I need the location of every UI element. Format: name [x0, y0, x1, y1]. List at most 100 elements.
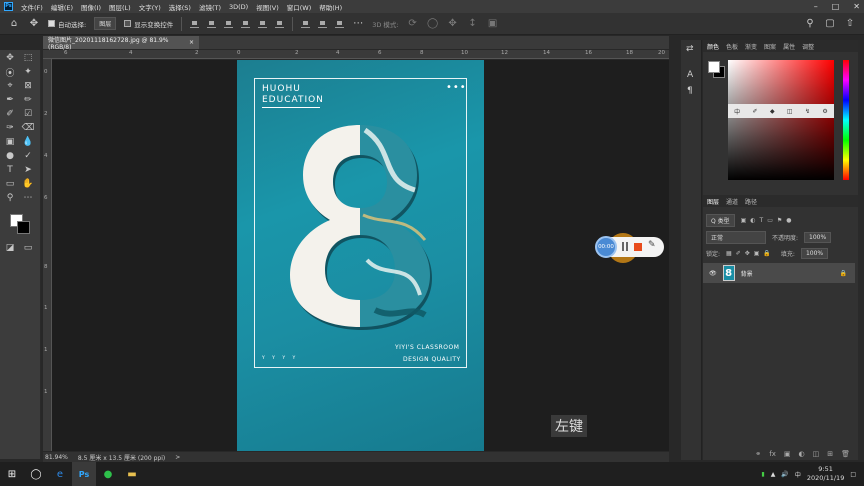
folder-icon[interactable]: ◫ [813, 450, 820, 458]
workspace-icon[interactable]: ▢ [824, 18, 836, 30]
trash-icon[interactable]: 🗑 [841, 450, 850, 458]
zoom-tool-icon[interactable]: ⚲ [4, 192, 16, 204]
filter-icons[interactable]: ▣◐T▭⚑● [741, 217, 796, 224]
align-left-icon[interactable] [190, 19, 200, 28]
search-icon[interactable]: ◯ [24, 462, 48, 486]
menu-layer[interactable]: 图层(L) [109, 2, 131, 12]
diamond-icon[interactable]: ◆ [770, 108, 775, 115]
notification-icon[interactable]: □ [850, 471, 856, 478]
hue-slider[interactable] [843, 60, 849, 180]
menu-file[interactable]: 文件(F) [21, 2, 43, 12]
photoshop-taskbar-icon[interactable]: Ps [72, 462, 96, 486]
align-middle-icon[interactable] [258, 19, 268, 28]
visibility-eye-icon[interactable]: 👁 [709, 270, 717, 277]
screen-mode-icon[interactable]: ▭ [22, 242, 34, 254]
menu-view[interactable]: 视图(V) [256, 2, 279, 12]
document-tab[interactable]: 微信图片_20201118162728.jpg @ 81.9%(RGB/8) × [43, 36, 199, 51]
crop-tool-icon[interactable]: ⌖ [4, 80, 16, 92]
rectangle-tool-icon[interactable]: ▭ [4, 178, 16, 190]
more-tools-icon[interactable]: ⋯ [22, 192, 34, 204]
language-icon[interactable]: 中 [795, 470, 801, 479]
layer-dropdown[interactable]: 图层 [94, 17, 117, 30]
wechat-icon[interactable]: ● [96, 462, 120, 486]
pan-3d-icon[interactable]: ✥ [447, 18, 459, 30]
pen-icon[interactable]: ✎ [648, 240, 656, 250]
panel-scrollbar[interactable] [858, 40, 864, 460]
status-menu-arrow[interactable]: > [175, 454, 180, 461]
marquee-tool-icon[interactable]: ⬚ [22, 52, 34, 64]
more-icon[interactable]: ⋯ [352, 18, 364, 30]
frame-tool-icon[interactable]: ⊠ [22, 80, 34, 92]
distribute-icon[interactable] [301, 19, 311, 28]
menu-filter[interactable]: 滤镜(T) [199, 2, 221, 12]
type-tool-icon[interactable]: T [4, 164, 16, 176]
stamp-tool-icon[interactable]: ☑ [22, 108, 34, 120]
close-tab-icon[interactable]: × [189, 39, 194, 46]
fill-input[interactable]: 100% [800, 248, 829, 259]
menu-image[interactable]: 图像(I) [81, 2, 101, 12]
color-mode-button[interactable]: 中 [734, 107, 740, 116]
tab-color[interactable]: 颜色 [707, 42, 719, 51]
network-icon[interactable]: ▲ [771, 471, 776, 478]
quick-mask-icon[interactable]: ◪ [4, 242, 16, 254]
pause-icon[interactable] [622, 242, 628, 251]
layout-icon[interactable]: ◫ [787, 108, 793, 115]
new-layer-icon[interactable]: ⊞ [827, 450, 833, 458]
blur-tool-icon[interactable]: 💧 [22, 136, 34, 148]
zoom-level[interactable]: 81.94% [45, 454, 68, 461]
battery-icon[interactable]: ▮ [761, 471, 764, 478]
background-color-swatch[interactable] [17, 221, 30, 234]
color-picker-field[interactable] [728, 60, 834, 180]
share-icon[interactable]: ⇧ [844, 18, 856, 30]
lock-icons[interactable]: ▦✐✥▣🔒 [726, 250, 775, 257]
mask-icon[interactable]: ▣ [784, 450, 791, 458]
hand-tool-icon[interactable]: ✋ [22, 178, 34, 190]
layer-row-background[interactable]: 👁 8 背景 🔒 [703, 263, 855, 283]
tab-adjustments[interactable]: 调整 [802, 42, 814, 51]
adjustment-icon[interactable]: ◐ [799, 450, 805, 458]
fx-icon[interactable]: fx [769, 450, 776, 458]
brush-icon[interactable]: ✐ [753, 108, 758, 115]
move-tool-icon[interactable]: ✥ [28, 18, 40, 30]
show-transform-checkbox[interactable]: 显示变换控件 [124, 19, 173, 29]
settings-icon[interactable]: ⚙ [822, 108, 827, 115]
pen-tool-icon[interactable]: ✓ [22, 150, 34, 162]
distribute-icon[interactable] [318, 19, 328, 28]
minimize-icon[interactable]: – [814, 2, 818, 11]
history-icon[interactable]: ⇄ [686, 44, 694, 54]
lasso-tool-icon[interactable]: ⦿ [4, 66, 16, 79]
close-icon[interactable]: ✕ [853, 2, 860, 11]
menu-type[interactable]: 文字(Y) [139, 2, 161, 12]
eraser-tool-icon[interactable]: ⌫ [22, 122, 35, 134]
link-icon[interactable]: ⚭ [755, 450, 761, 458]
tab-channels[interactable]: 通道 [726, 197, 738, 206]
screen-recorder-widget[interactable]: 00:00 ✎ [595, 236, 664, 258]
tab-swatches[interactable]: 色板 [726, 42, 738, 51]
tab-properties[interactable]: 属性 [783, 42, 795, 51]
healing-tool-icon[interactable]: ✏ [22, 94, 34, 106]
orbit-3d-icon[interactable]: ⟳ [407, 18, 419, 30]
camera-3d-icon[interactable]: ▣ [487, 18, 499, 30]
align-top-icon[interactable] [241, 19, 251, 28]
brush-tool-icon[interactable]: ✐ [4, 108, 16, 120]
align-center-icon[interactable] [207, 19, 217, 28]
quick-select-tool-icon[interactable]: ✦ [22, 66, 34, 78]
layer-filter-dropdown[interactable]: Q 类型 [706, 214, 735, 227]
roll-3d-icon[interactable]: ◯ [427, 18, 439, 30]
home-icon[interactable]: ⌂ [8, 18, 20, 30]
eyedropper-tool-icon[interactable]: ✒ [4, 94, 16, 106]
align-right-icon[interactable] [224, 19, 234, 28]
history-brush-icon[interactable]: ✑ [4, 122, 16, 134]
menu-help[interactable]: 帮助(H) [319, 2, 342, 12]
dodge-tool-icon[interactable]: ● [4, 150, 16, 162]
menu-3d[interactable]: 3D(D) [229, 3, 248, 11]
volume-icon[interactable]: 🔊 [781, 471, 788, 478]
opacity-input[interactable]: 100% [804, 232, 832, 243]
path-select-tool-icon[interactable]: ➤ [22, 164, 34, 176]
auto-select-checkbox[interactable]: 自动选择: [48, 19, 86, 29]
edge-browser-icon[interactable]: e [48, 462, 72, 486]
menu-window[interactable]: 窗口(W) [287, 2, 312, 12]
align-bottom-icon[interactable] [275, 19, 285, 28]
stop-icon[interactable] [634, 243, 642, 251]
distribute-icon[interactable] [335, 19, 345, 28]
